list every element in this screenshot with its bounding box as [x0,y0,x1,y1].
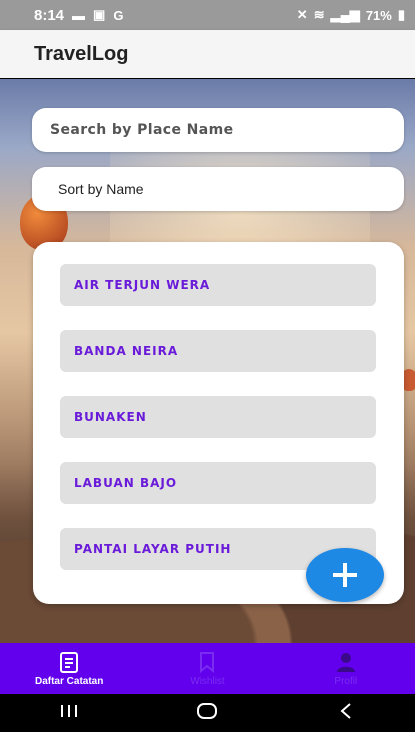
back-icon[interactable] [316,702,376,725]
status-bar: 8:14 ▬ ▣ G ✕ ≋ ▂▄▆ 71% ▮ [0,0,415,30]
plus-icon [333,563,357,587]
list-item[interactable]: BUNAKEN [60,396,376,438]
list-item[interactable]: AIR TERJUN WERA [60,264,376,306]
nav-label: Profil [334,676,358,687]
app-bar: TravelLog [0,30,415,78]
place-name: LABUAN BAJO [74,476,178,490]
message-icon: ▬ [72,7,86,23]
person-icon [336,653,355,672]
place-name: AIR TERJUN WERA [74,278,211,292]
app-title: TravelLog [34,42,129,65]
add-place-button[interactable] [306,548,384,602]
recents-icon[interactable] [39,703,99,724]
place-name: PANTAI LAYAR PUTIH [74,542,232,556]
place-name: BUNAKEN [74,410,147,424]
google-icon: G [113,7,124,23]
sort-value: Sort by Name [58,181,144,197]
search-input[interactable]: Search by Place Name [32,108,404,152]
gallery-icon: ▣ [93,7,106,22]
notes-icon [60,652,79,673]
status-bar-left: 8:14 ▬ ▣ G [34,7,123,24]
nav-label: Wishlist [190,676,225,687]
sort-dropdown[interactable]: Sort by Name [32,167,404,211]
nav-item-profil[interactable]: Profil [277,643,415,694]
list-item[interactable]: LABUAN BAJO [60,462,376,504]
place-name: BANDA NEIRA [74,344,179,358]
bookmark-icon [200,652,215,674]
status-bar-right: ✕ ≋ ▂▄▆ 71% ▮ [297,7,405,23]
battery-icon: ▮ [397,7,405,22]
list-item[interactable]: BANDA NEIRA [60,330,376,372]
mute-icon: ✕ [296,7,308,22]
home-icon[interactable] [177,702,237,725]
nav-item-wishlist[interactable]: Wishlist [138,643,276,694]
battery-percent: 71% [365,7,392,23]
nav-label: Daftar Catatan [34,676,104,687]
search-placeholder: Search by Place Name [50,122,234,138]
signal-icon: ▂▄▆ [330,7,360,22]
volte-icon: ≋ [313,7,325,22]
system-navigation-bar [0,694,415,732]
nav-item-daftar-catatan[interactable]: Daftar Catatan [0,643,138,694]
bottom-navigation: Daftar Catatan Wishlist Profil [0,643,415,694]
status-time: 8:14 [34,6,65,24]
